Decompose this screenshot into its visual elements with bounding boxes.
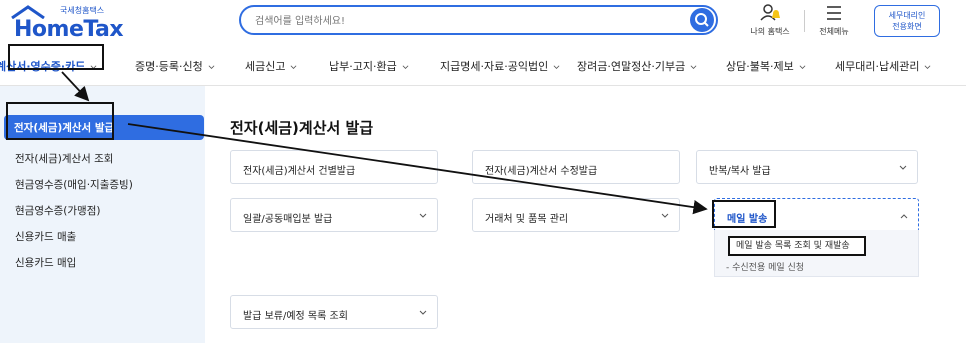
logo-title: HomeTax [14,17,124,42]
card-single-issue[interactable]: 전자(세금)계산서 건별발급 [230,150,438,184]
gnb-label: 장려금·연말정산·기부금 [577,60,686,73]
chevron-down-icon [925,64,931,69]
chevron-down-icon [419,213,427,218]
gnb-item-incentives[interactable]: 장려금·연말정산·기부금 [577,58,697,74]
search-button[interactable] [690,8,714,32]
mail-send-highlight-box [712,200,776,228]
gnb-item-tax-agent[interactable]: 세무대리·납세관리 [835,58,931,74]
search-icon [695,13,709,27]
person-bell-icon [760,4,780,21]
card-label: 반복/복사 발급 [709,166,771,177]
chevron-up-icon [900,214,908,219]
header: 국세청홈택스 HomeTax 나의 홈택스 전체메뉴 세무대리인 전용화면 [0,0,966,44]
chevron-down-icon [208,64,215,69]
card-label: 전자(세금)계산서 수정발급 [485,166,598,177]
chevron-down-icon [690,64,697,69]
gnb-item-statements[interactable]: 지급명세·자료·공익법인 [440,58,560,74]
page-title: 전자(세금)계산서 발급 [230,119,374,137]
sidebar-item-card-purchase[interactable]: 신용카드 매입 [15,255,76,270]
gnb-label: 세무대리·납세관리 [835,60,920,73]
chevron-down-icon [661,213,669,218]
card-bulk-issue[interactable]: 일괄/공동매입분 발급 [230,198,438,232]
tax-agent-button[interactable]: 세무대리인 전용화면 [874,5,940,37]
gnb-item-payment[interactable]: 납부·고지·환급 [329,58,409,74]
chevron-down-icon [402,64,409,69]
sidebar-item-cash-receipt-merchant[interactable]: 현금영수증(가맹점) [15,203,100,218]
sidebar-item-inquiry[interactable]: 전자(세금)계산서 조회 [15,151,113,166]
chevron-down-icon [553,64,560,69]
gnb-highlight-box [8,44,104,70]
gnb-item-tax-filing[interactable]: 세금신고 [245,58,297,74]
card-label: 일괄/공동매입분 발급 [243,214,333,225]
card-label: 발급 보류/예정 목록 조회 [243,311,348,322]
gnb-label: 증명·등록·신청 [135,60,203,73]
chevron-down-icon [899,165,907,170]
tax-agent-label-1: 세무대리인 [888,11,926,20]
gnb-label: 지급명세·자료·공익법인 [440,60,549,73]
chevron-down-icon [419,310,427,315]
card-label: 전자(세금)계산서 건별발급 [243,166,356,177]
all-menu-button[interactable]: 전체메뉴 [813,2,855,37]
search-bar [239,5,718,35]
gnb-label: 세금신고 [245,60,286,73]
card-partner-items[interactable]: 거래처 및 품목 관리 [472,198,680,232]
all-menu-label: 전체메뉴 [819,27,849,36]
gnb-label: 납부·고지·환급 [329,60,397,73]
sidebar-highlight-box [6,102,114,140]
card-repeat-copy-issue[interactable]: 반복/복사 발급 [696,150,918,184]
header-divider [804,10,805,32]
gnb-item-consulting[interactable]: 상담·불복·제보 [726,58,806,74]
my-hometax-button[interactable]: 나의 홈택스 [744,2,796,37]
gnb-label: 상담·불복·제보 [726,60,794,73]
chevron-down-icon [799,64,806,69]
gnb-item-certificates[interactable]: 증명·등록·신청 [135,58,215,74]
hamburger-icon [827,6,841,20]
global-nav: 계산서·영수증·카드 증명·등록·신청 세금신고 납부·고지·환급 지급명세·자… [0,48,966,86]
hometax-logo[interactable]: 국세청홈택스 HomeTax [8,3,124,43]
sidebar-item-card-sales[interactable]: 신용카드 매출 [15,229,76,244]
logo-subtitle: 국세청홈택스 [60,6,105,15]
sidebar-item-cash-receipt-purchase[interactable]: 현금영수증(매입·지출증빙) [15,177,133,192]
tax-agent-label-2: 전용화면 [892,22,922,31]
search-input[interactable] [255,12,675,30]
receive-only-mail-link[interactable]: - 수신전용 메일 신청 [726,260,804,273]
my-hometax-label: 나의 홈택스 [750,27,790,36]
mail-send-list-link[interactable]: 메일 발송 목록 조회 및 재발송 [728,236,866,256]
card-amend-issue[interactable]: 전자(세금)계산서 수정발급 [472,150,680,184]
card-label: 거래처 및 품목 관리 [485,214,569,225]
card-hold-list[interactable]: 발급 보류/예정 목록 조회 [230,295,438,329]
chevron-down-icon [291,64,297,69]
